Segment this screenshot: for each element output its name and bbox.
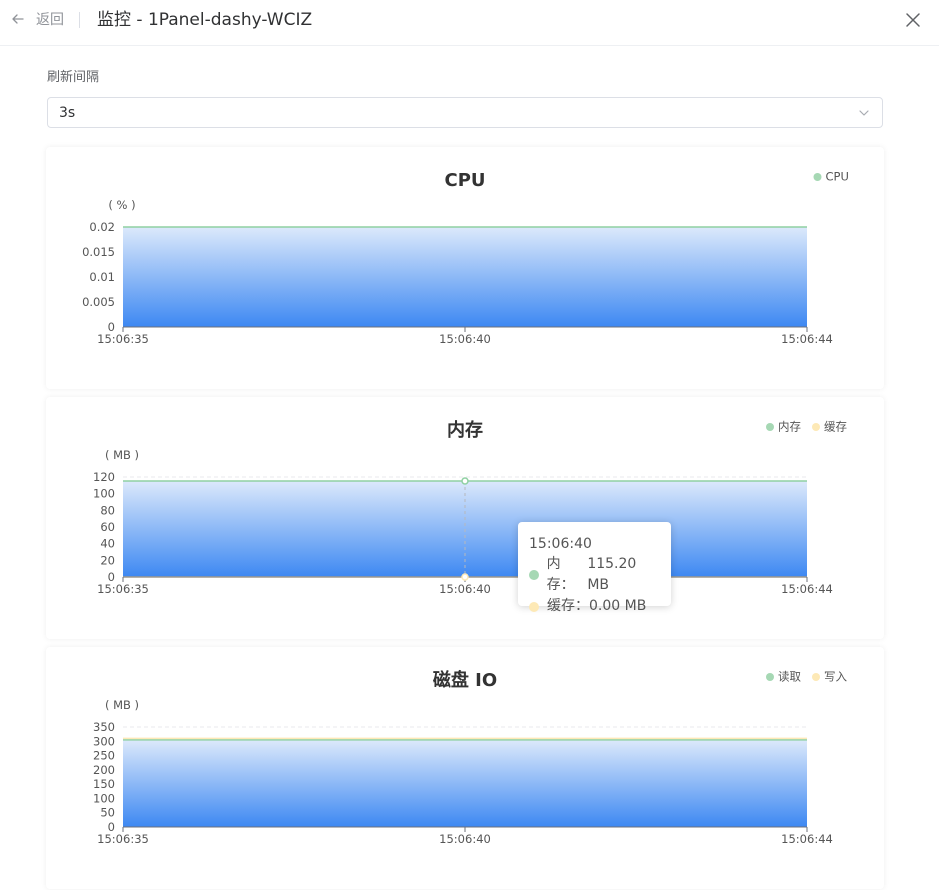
tooltip-time: 15:06:40: [529, 536, 592, 552]
y-tick-label: 80: [100, 503, 115, 517]
y-tick-label: 0.005: [82, 295, 115, 309]
legend-dot: [766, 673, 774, 681]
x-tick-label: 15:06:40: [439, 332, 491, 346]
tooltip-label-memory: 内存：: [546, 556, 575, 593]
disk-io-chart[interactable]: 磁盘 IO( MB )05010015020025030035015:06:35…: [46, 647, 884, 889]
y-tick-label: 100: [93, 791, 115, 805]
close-icon[interactable]: [903, 10, 923, 30]
tooltip-value-memory: 115.20 MB: [587, 556, 637, 593]
legend-dot: [766, 423, 774, 431]
y-tick-label: 0.015: [82, 245, 115, 259]
x-tick-label: 15:06:35: [97, 332, 149, 346]
hover-point-cache: [461, 573, 469, 581]
tooltip-value-cache: 0.00 MB: [589, 598, 647, 614]
tooltip-row-memory: 内存： 115.20 MB: [529, 554, 660, 596]
memory-chart-card: 内存( MB ) 0 20 40 60 80 100 120 15:06:35 15:06:40 1…: [46, 397, 884, 639]
x-tick-label: 15:06:40: [439, 832, 491, 846]
x-tick-label: 15:06:35: [97, 832, 149, 846]
legend-label: CPU: [826, 170, 849, 184]
chart-title: 磁盘 IO: [433, 669, 497, 691]
y-tick-label: 120: [93, 470, 115, 484]
series-area: [123, 739, 807, 827]
refresh-interval-select[interactable]: 3s: [47, 97, 883, 128]
legend-label: 读取: [778, 670, 801, 684]
y-tick-label: 150: [93, 777, 115, 791]
cpu-chart-card: CPU( % ) 0 0.005 0.01 0.015 0.02 15:06:35 15:06…: [46, 147, 884, 389]
y-tick-label: 350: [93, 720, 115, 734]
page-title: 监控 - 1Panel-dashy-WCIZ: [97, 10, 313, 30]
x-tick-label: 15:06:40: [439, 582, 491, 596]
y-tick-label: 20: [100, 553, 115, 567]
tooltip-dot-cache: [529, 601, 539, 612]
memory-tooltip: 15:06:40 内存： 115.20 MB 缓存： 0.00 MB: [518, 522, 671, 614]
refresh-interval-label: 刷新间隔: [47, 70, 100, 85]
legend-dot: [812, 423, 820, 431]
x-tick-label: 15:06:44: [781, 332, 833, 346]
tooltip-label-cache: 缓存：: [547, 598, 589, 614]
y-tick-label: 100: [93, 487, 115, 501]
y-tick-label: 0.01: [89, 270, 115, 284]
y-tick-label: 300: [93, 734, 115, 748]
tooltip-dot-memory: [529, 570, 539, 580]
back-button[interactable]: 返回: [36, 11, 64, 29]
y-tick-label: 0.02: [89, 220, 115, 234]
chart-title: 内存: [447, 419, 483, 441]
back-arrow-icon[interactable]: [10, 11, 26, 27]
memory-chart[interactable]: 内存( MB )02040608010012015:06:35 15:06:40 1…: [46, 397, 884, 639]
x-tick-label: 15:06:44: [781, 832, 833, 846]
y-axis-label: ( MB ): [105, 698, 139, 712]
chevron-down-icon: [859, 110, 869, 116]
legend-dot: [812, 673, 820, 681]
legend-label: 写入: [824, 670, 847, 684]
series-area: [123, 227, 807, 327]
refresh-interval-value: 3s: [59, 105, 76, 121]
cpu-chart[interactable]: CPU( % )00.0050.010.0150.0215:06:35 15:06…: [46, 147, 884, 389]
disk-io-chart-card: 磁盘 IO( MB ) 0 50 100 150 200 250 300 350 15:06:35…: [46, 647, 884, 889]
legend-label: 缓存: [824, 420, 847, 434]
chart-title: CPU: [444, 170, 485, 191]
tooltip-row-cache: 缓存： 0.00 MB: [529, 596, 660, 617]
y-axis-label: ( % ): [108, 198, 135, 212]
x-tick-label: 15:06:44: [781, 582, 833, 596]
y-axis-label: ( MB ): [105, 448, 139, 462]
x-tick-label: 15:06:35: [97, 582, 149, 596]
y-tick-label: 250: [93, 749, 115, 763]
legend-dot: [813, 173, 822, 181]
legend-label: 内存: [778, 420, 801, 434]
header-divider: [79, 12, 80, 28]
y-tick-label: 200: [93, 763, 115, 777]
y-tick-label: 40: [100, 537, 115, 551]
hover-point-memory: [461, 477, 469, 485]
y-tick-label: 60: [100, 520, 115, 534]
y-tick-label: 50: [100, 806, 115, 820]
drawer-header: 返回 监控 - 1Panel-dashy-WCIZ: [0, 0, 939, 46]
